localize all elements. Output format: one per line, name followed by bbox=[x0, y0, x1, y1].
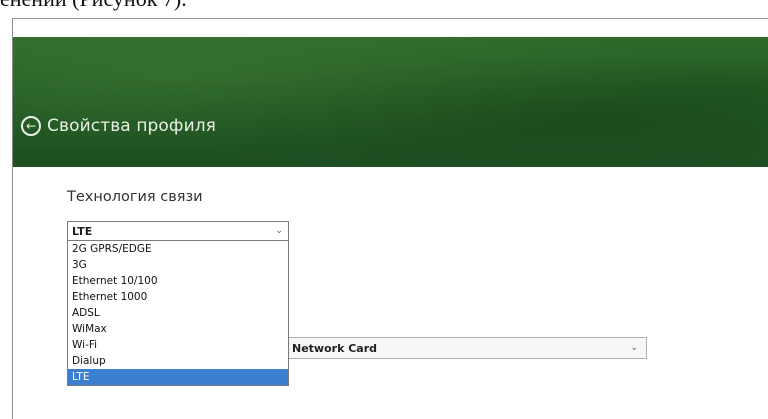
document-caption: енений (Рисунок 7). bbox=[0, 0, 187, 12]
dropdown-option[interactable]: Ethernet 10/100 bbox=[68, 273, 288, 289]
page-title: Свойства профиля bbox=[47, 116, 217, 136]
dropdown-option[interactable]: ADSL bbox=[68, 305, 288, 321]
technology-select-value: LTE bbox=[72, 225, 93, 238]
dropdown-option[interactable]: Dialup bbox=[68, 353, 288, 369]
chevron-down-icon[interactable]: ⌄ bbox=[630, 342, 638, 355]
dropdown-option[interactable]: Wi-Fi bbox=[68, 337, 288, 353]
dropdown-option[interactable]: WiMax bbox=[68, 321, 288, 337]
adapter-select-value: Network Card bbox=[292, 342, 378, 355]
dropdown-option[interactable]: 2G GPRS/EDGE bbox=[68, 241, 288, 257]
dropdown-option[interactable]: 3G bbox=[68, 257, 288, 273]
adapter-select[interactable]: Network Card ⌄ bbox=[285, 337, 647, 359]
dropdown-option-selected[interactable]: LTE bbox=[68, 369, 288, 385]
page-header: ← Свойства профиля bbox=[13, 37, 768, 167]
header-row: ← Свойства профиля bbox=[21, 116, 216, 136]
back-arrow-circle-icon[interactable]: ← bbox=[21, 116, 41, 136]
technology-select[interactable]: LTE ⌄ bbox=[67, 221, 289, 241]
technology-dropdown-list: 2G GPRS/EDGE 3G Ethernet 10/100 Ethernet… bbox=[67, 241, 289, 386]
technology-label: Технология связи bbox=[67, 189, 203, 205]
chevron-down-icon[interactable]: ⌄ bbox=[275, 225, 283, 238]
dropdown-option[interactable]: Ethernet 1000 bbox=[68, 289, 288, 305]
profile-properties-window: ← Свойства профиля Технология связи LTE … bbox=[12, 18, 768, 419]
